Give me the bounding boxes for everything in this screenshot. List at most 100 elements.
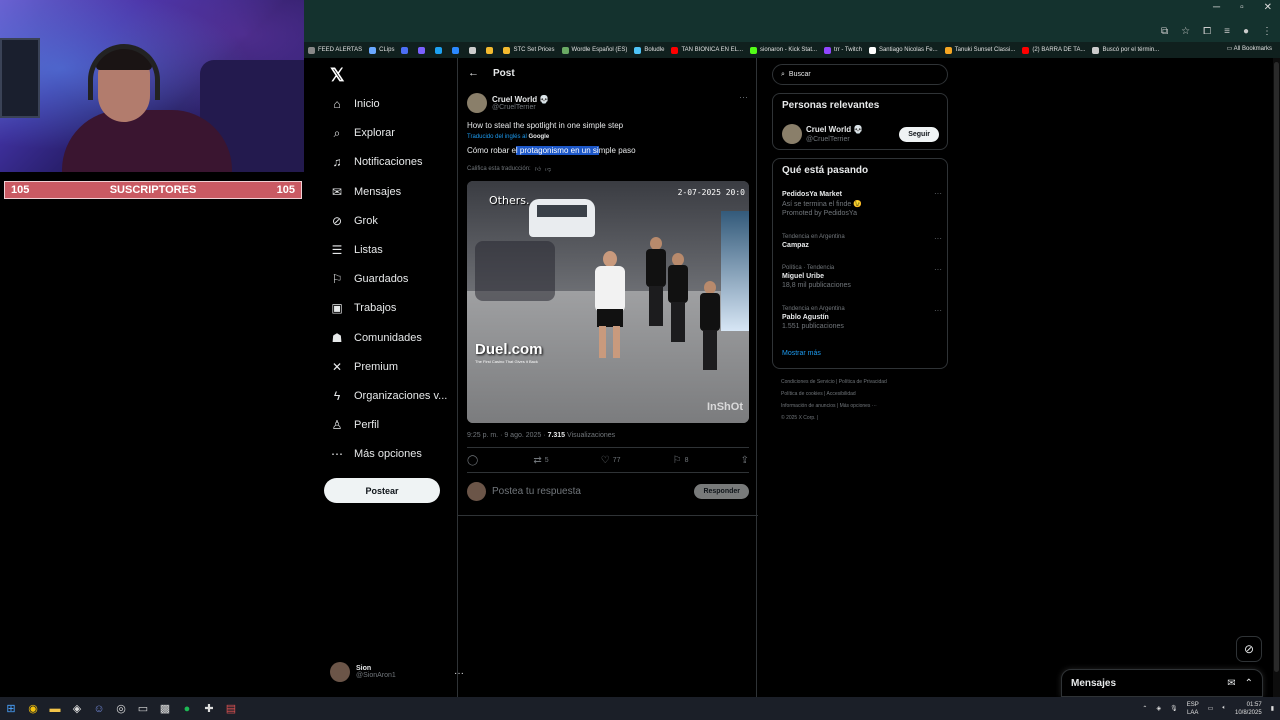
- close-icon[interactable]: ✕: [1264, 2, 1272, 13]
- share-action[interactable]: ⇪: [741, 455, 749, 466]
- reply-button[interactable]: Responder: [694, 484, 749, 499]
- reply-input[interactable]: Postea tu respuesta: [492, 486, 688, 497]
- bookmark-item[interactable]: [401, 46, 411, 54]
- post-more-icon[interactable]: ···: [739, 92, 748, 102]
- bookmark-item[interactable]: Buscó por el términ...: [1092, 46, 1159, 54]
- show-more-link[interactable]: Mostrar más: [782, 350, 821, 357]
- relevant-avatar[interactable]: [782, 124, 802, 144]
- back-arrow-icon[interactable]: ←: [468, 67, 479, 79]
- spotify-icon[interactable]: ●: [176, 698, 198, 720]
- tray-chevron-icon[interactable]: ⌃: [1142, 705, 1147, 712]
- notifications-icon[interactable]: ▮: [1271, 705, 1274, 712]
- trend-item[interactable]: Tendencia en Argentina Campaz ···: [782, 234, 942, 249]
- controller-icon[interactable]: ✚: [198, 698, 220, 720]
- bookmark-item[interactable]: Santiago Nicolas Fe...: [868, 46, 938, 54]
- author-name[interactable]: Cruel World 💀: [492, 95, 549, 104]
- bookmark-item[interactable]: STC Set Prices: [503, 46, 555, 54]
- relevant-name[interactable]: Cruel World 💀: [806, 125, 863, 134]
- nav-item-notificaciones[interactable]: ♫ Notificaciones: [330, 153, 423, 171]
- windows-start-icon[interactable]: ⊞: [0, 698, 22, 720]
- bookmark-item[interactable]: (2) BARRA DE TA...: [1022, 46, 1085, 54]
- trend-more-icon[interactable]: ···: [934, 265, 942, 274]
- search-input[interactable]: ⌕ Buscar: [772, 64, 948, 85]
- media-icon[interactable]: ≡: [1224, 26, 1230, 37]
- repost-action[interactable]: ⇄ 5: [533, 455, 548, 466]
- post-video[interactable]: Others. 2-07-2025 20:0 Duel.com The Firs…: [467, 181, 749, 423]
- follow-button[interactable]: Seguir: [899, 127, 939, 142]
- footer-link[interactable]: Accesibilidad: [827, 391, 856, 397]
- bookmark-item[interactable]: [418, 46, 428, 54]
- nav-item-comunidades[interactable]: ☗ Comunidades: [330, 329, 422, 347]
- bookmark-item[interactable]: [486, 46, 496, 54]
- all-bookmarks-link[interactable]: ▭ All Bookmarks: [1227, 45, 1272, 52]
- nav-item-perfil[interactable]: ♙ Perfil: [330, 416, 379, 434]
- bookmark-item[interactable]: trr - Twitch: [824, 46, 862, 54]
- trend-item[interactable]: Tendencia en Argentina Pablo Agustín 1.551…: [782, 306, 942, 330]
- relevant-handle[interactable]: @CruelTerrier: [806, 136, 850, 143]
- discord-icon[interactable]: ☺: [88, 698, 110, 720]
- chrome-icon[interactable]: ◉: [22, 698, 44, 720]
- nav-item-explorar[interactable]: ⌕ Explorar: [330, 124, 395, 142]
- nav-item-premium[interactable]: ✕ Premium: [330, 358, 398, 376]
- footer-link[interactable]: © 2025 X Corp.: [781, 415, 816, 421]
- volume-icon[interactable]: 🔈︎: [1222, 705, 1226, 712]
- app-icon[interactable]: ▤: [220, 698, 242, 720]
- footer-link[interactable]: Más opciones ···: [840, 403, 877, 409]
- monitor-icon[interactable]: ▭: [1208, 705, 1214, 712]
- nav-item-trabajos[interactable]: ▣ Trabajos: [330, 299, 396, 317]
- bookmark-item[interactable]: [435, 46, 445, 54]
- trend-more-icon[interactable]: ···: [934, 189, 942, 198]
- bookmark-action[interactable]: ⚐ 8: [673, 455, 689, 466]
- like-action[interactable]: ♡ 77: [601, 455, 621, 466]
- post-time[interactable]: 9:25 p. m. · 9 ago. 2025 ·: [467, 432, 546, 439]
- file-explorer-icon[interactable]: ▬: [44, 698, 66, 720]
- messages-drawer[interactable]: Mensajes ✉ ⌃: [1061, 669, 1263, 697]
- minimize-icon[interactable]: ─: [1213, 2, 1220, 13]
- page-scrollbar[interactable]: [1273, 58, 1280, 697]
- post-author[interactable]: Cruel World 💀 @CruelTerrier: [467, 93, 549, 113]
- maximize-icon[interactable]: ▫: [1240, 2, 1244, 13]
- bookmark-item[interactable]: [469, 46, 479, 54]
- footer-link[interactable]: Información de anuncios: [781, 403, 835, 409]
- author-avatar[interactable]: [467, 93, 487, 113]
- bookmark-item[interactable]: Boludle: [634, 46, 664, 54]
- language-indicator[interactable]: ESP LAA: [1187, 701, 1199, 717]
- nav-item-organizaciones-v[interactable]: ϟ Organizaciones v...: [330, 387, 448, 405]
- bookmark-item[interactable]: Wordle Español (ES): [561, 46, 627, 54]
- nav-item-listas[interactable]: ☰ Listas: [330, 241, 383, 259]
- capcut-icon[interactable]: ▩: [154, 698, 176, 720]
- profile-avatar-icon[interactable]: ●: [1243, 26, 1249, 37]
- trend-item[interactable]: PedidosYa Market Así se termina el finde …: [782, 189, 942, 217]
- footer-link[interactable]: Política de Privacidad: [839, 379, 887, 385]
- steam-icon[interactable]: ◈: [66, 698, 88, 720]
- bookmark-item[interactable]: Tanuki Sunset Classi...: [944, 46, 1015, 54]
- star-bookmark-icon[interactable]: ☆: [1181, 26, 1190, 37]
- nav-item-grok[interactable]: ⊘ Grok: [330, 212, 378, 230]
- scrollbar-thumb[interactable]: [1274, 62, 1279, 672]
- author-handle[interactable]: @CruelTerrier: [492, 104, 549, 111]
- install-app-icon[interactable]: ⧉: [1161, 26, 1168, 37]
- obs-icon[interactable]: ◎: [110, 698, 132, 720]
- reply-action[interactable]: ◯: [467, 455, 481, 466]
- new-message-icon[interactable]: ✉: [1227, 678, 1235, 689]
- nav-item-mensajes[interactable]: ✉ Mensajes: [330, 183, 401, 201]
- trend-item[interactable]: Política · Tendencia Miguel Uribe 18,8 mil…: [782, 265, 942, 289]
- bookmark-item[interactable]: [452, 46, 462, 54]
- account-switcher[interactable]: Sion @SionAron1: [330, 662, 396, 682]
- tray-steam-icon[interactable]: ◈: [1156, 705, 1161, 712]
- grok-float-icon[interactable]: ⊘: [1236, 636, 1262, 662]
- bookmark-item[interactable]: TAN BIONICA EN EL...: [671, 46, 743, 54]
- thumbs-down-icon[interactable]: 👎︎: [545, 165, 551, 173]
- footer-link[interactable]: Condiciones de Servicio: [781, 379, 835, 385]
- thumbs-up-icon[interactable]: 👍︎: [535, 165, 541, 173]
- post-button[interactable]: Postear: [324, 478, 440, 503]
- nav-item-guardados[interactable]: ⚐ Guardados: [330, 270, 409, 288]
- bookmark-item[interactable]: CLips: [369, 46, 394, 54]
- expand-chevron-icon[interactable]: ⌃: [1245, 678, 1253, 689]
- extensions-icon[interactable]: ⧠: [1203, 26, 1211, 37]
- menu-icon[interactable]: ⋮: [1262, 26, 1272, 37]
- microphone-icon[interactable]: 🎙︎: [1170, 705, 1178, 712]
- clock[interactable]: 01:57 10/8/2025: [1235, 701, 1262, 717]
- x-logo-icon[interactable]: 𝕏: [330, 65, 345, 86]
- translated-by-prefix[interactable]: Traducido del inglés al: [467, 134, 527, 140]
